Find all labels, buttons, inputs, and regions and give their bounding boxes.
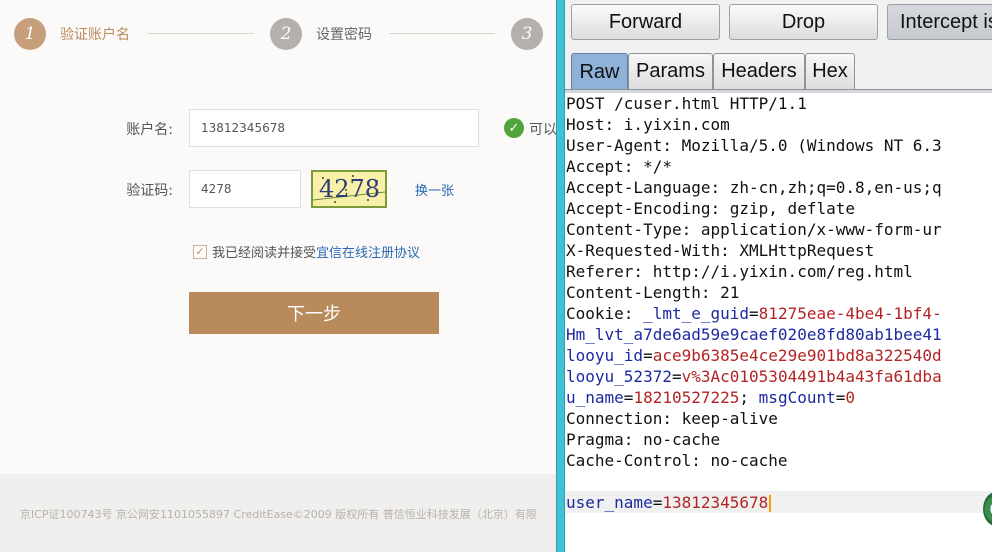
step-1-number: 1	[14, 18, 46, 50]
cookie-key: looyu_52372	[566, 367, 672, 386]
step-3-number: 3	[511, 18, 543, 50]
cookie-value: 0	[845, 388, 856, 407]
window-divider[interactable]	[556, 0, 565, 552]
referer-header: Referer: http://i.yixin.com/reg.html	[566, 262, 913, 281]
cache-control-header: Cache-Control: no-cache	[566, 451, 788, 470]
cookie-line: u_name=18210527225; msgCount=0	[566, 388, 856, 407]
captcha-text: 4278	[319, 175, 381, 203]
pragma-header: Pragma: no-cache	[566, 430, 721, 449]
captcha-image[interactable]: 4278	[311, 170, 387, 208]
cookie-header: Cookie: _lmt_e_guid=81275eae-4be4-1bf4-	[566, 304, 942, 323]
cookie-key: msgCount	[758, 388, 836, 407]
cookie-line: looyu_52372=v%3Ac0105304491b4a43fa61dba	[566, 367, 942, 386]
next-step-button[interactable]: 下一步	[189, 292, 439, 334]
request-line: POST /cuser.html HTTP/1.1	[566, 94, 807, 113]
cookie-value: ace9b6385e4ce29e901bd8a322540d	[652, 346, 942, 365]
cookie-line: looyu_id=ace9b6385e4ce29e901bd8a322540d	[566, 346, 942, 365]
step-2: 2 设置密码	[270, 18, 372, 50]
body-param-value: 13812345678	[662, 493, 769, 512]
drop-button[interactable]: Drop	[729, 4, 878, 40]
username-label: 账户名:	[126, 122, 173, 138]
registration-page: 1 验证账户名 2 设置密码 3 账户名: 13812345678 ✓ 可以 验…	[0, 0, 556, 552]
cookie-value: v%3Ac0105304491b4a43fa61dba	[681, 367, 942, 386]
captcha-input[interactable]: 4278	[189, 170, 301, 208]
cookie-key: u_name	[566, 388, 624, 407]
cookie-key: looyu_id	[566, 346, 644, 365]
step-connector	[148, 33, 254, 34]
user-agent-header: User-Agent: Mozilla/5.0 (Windows NT 6.3	[566, 136, 942, 155]
tab-params[interactable]: Params	[628, 53, 713, 89]
forward-button[interactable]: Forward	[571, 4, 720, 40]
tab-headers[interactable]: Headers	[713, 53, 805, 89]
agree-checkbox[interactable]: ✓	[193, 244, 207, 259]
username-status: 可以	[529, 122, 556, 138]
username-input[interactable]: 13812345678	[189, 109, 479, 147]
message-tabs: Raw Params Headers Hex	[571, 53, 855, 90]
accept-encoding-header: Accept-Encoding: gzip, deflate	[566, 199, 855, 218]
agree-text: 我已经阅读并接受	[212, 246, 317, 261]
captcha-refresh-link[interactable]: 换一张	[415, 180, 454, 199]
tab-hex[interactable]: Hex	[805, 53, 855, 89]
raw-request-editor[interactable]: POST /cuser.html HTTP/1.1 Host: i.yixin.…	[565, 93, 992, 552]
content-type-header: Content-Type: application/x-www-form-ur	[566, 220, 942, 239]
text-caret	[769, 495, 772, 512]
x-requested-with-header: X-Requested-With: XMLHttpRequest	[566, 241, 875, 260]
step-3: 3	[511, 18, 543, 50]
tab-raw[interactable]: Raw	[571, 53, 628, 90]
captcha-label: 验证码:	[126, 183, 173, 199]
connection-header: Connection: keep-alive	[566, 409, 778, 428]
accept-header: Accept: */*	[566, 157, 672, 176]
content-length-header: Content-Length: 21	[566, 283, 740, 302]
burp-intercept-panel: Forward Drop Intercept is Raw Params Hea…	[565, 0, 992, 552]
cookie-line: Hm_lvt_a7de6ad59e9caef020e8fd80ab1bee41	[566, 324, 942, 345]
cookie-value: 81275eae-4be4-1bf4-	[758, 304, 942, 323]
check-circle-icon: ✓	[504, 118, 524, 138]
page-footer: 京ICP证100743号 京公网安1101055897 CreditEase©2…	[0, 474, 556, 552]
body-param-key: user_name	[566, 493, 653, 512]
cookie-value: 18210527225	[633, 388, 740, 407]
accept-language-header: Accept-Language: zh-cn,zh;q=0.8,en-us;q	[566, 178, 942, 197]
step-connector	[389, 33, 495, 34]
cookie-prefix: Cookie:	[566, 304, 644, 323]
step-1: 1 验证账户名	[14, 18, 130, 50]
cookie-key: Hm_lvt_a7de6ad59e9caef020e8fd80ab1bee41	[566, 325, 942, 344]
host-header: Host: i.yixin.com	[566, 115, 730, 134]
request-body: user_name=13812345678	[566, 492, 772, 513]
agreement-row: ✓ 我已经阅读并接受 宜信在线注册协议	[193, 242, 420, 261]
intercept-toggle-button[interactable]: Intercept is	[887, 4, 992, 40]
step-1-label: 验证账户名	[60, 27, 130, 43]
step-2-number: 2	[270, 18, 302, 50]
cookie-key: _lmt_e_guid	[643, 304, 750, 323]
step-2-label: 设置密码	[316, 27, 372, 43]
agreement-link[interactable]: 宜信在线注册协议	[316, 242, 420, 261]
footer-text: 京ICP证100743号 京公网安1101055897 CreditEase©2…	[20, 508, 537, 521]
